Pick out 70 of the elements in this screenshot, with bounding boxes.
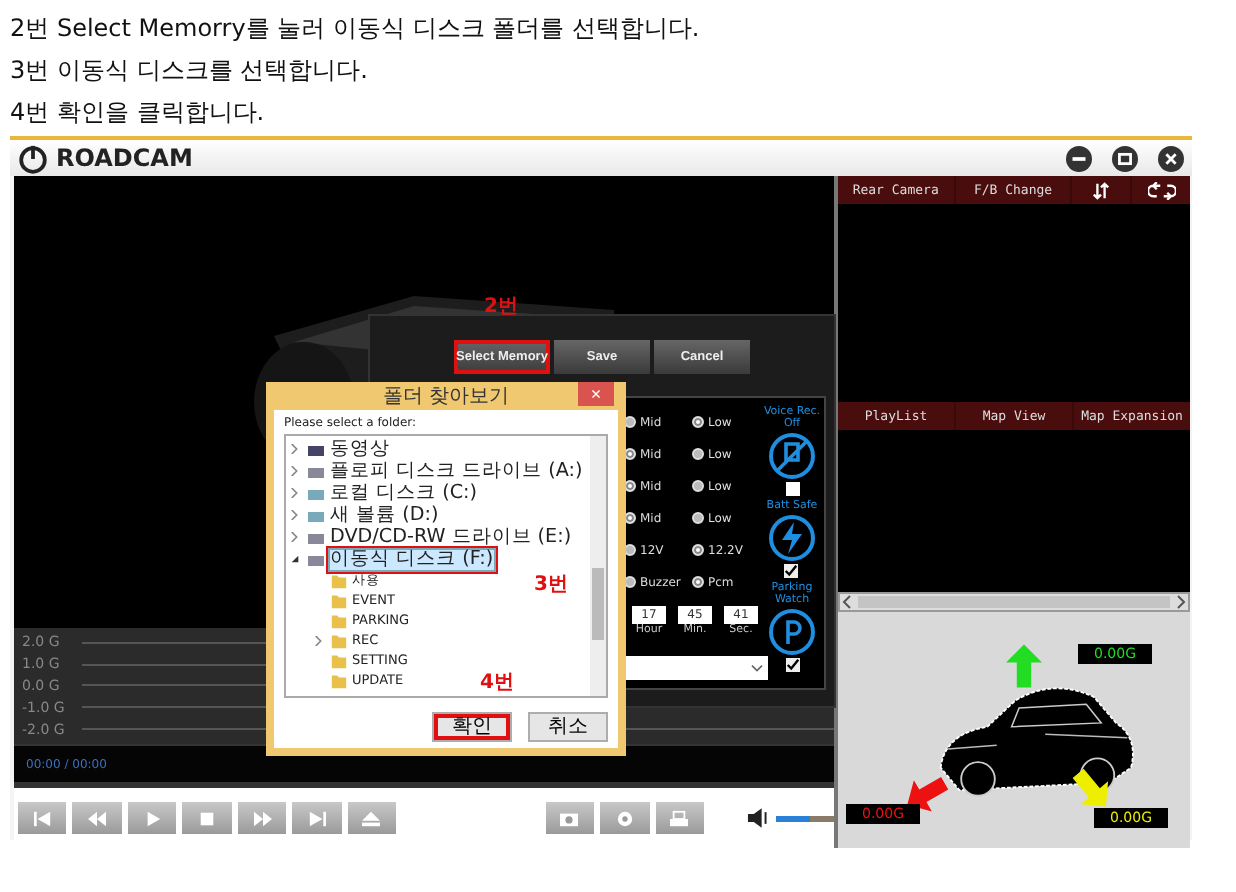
tree-item[interactable]: 이동식 디스크 (F:) [328,547,496,571]
close-button[interactable]: × [578,382,614,406]
instruction-text: 3번 이동식 디스크를 선택합니다. [10,54,370,88]
radio-button[interactable] [692,448,704,460]
step-annotation: 2번 [484,294,518,320]
forward-icon [251,809,274,827]
collapse-icon[interactable] [290,554,300,564]
close-icon[interactable] [1158,145,1184,171]
step-annotation: 3번 [534,572,568,598]
chevron-down-icon [750,663,764,673]
volume-slider[interactable] [775,815,835,821]
up-down-arrows-icon [1092,181,1111,199]
tree-item[interactable]: 플로피 디스크 드라이브 (A:) [328,459,585,483]
scrollbar[interactable] [590,436,606,696]
gear-button[interactable] [600,802,650,834]
expand-icon[interactable] [290,488,300,498]
expand-icon[interactable] [290,466,300,476]
forward-button[interactable] [237,802,287,834]
scroll-right-icon[interactable] [1174,594,1186,610]
gear-icon [613,809,636,827]
minimize-icon[interactable] [1066,145,1092,171]
last-icon [305,809,328,827]
step-annotation: 4번 [480,670,514,696]
camera-icon [558,809,581,827]
checkbox[interactable] [784,564,799,578]
radio-button[interactable] [692,480,704,492]
lightning-icon[interactable] [767,514,816,562]
checkbox[interactable] [785,482,799,496]
scroll-left-icon[interactable] [842,594,854,610]
instruction-text: 4번 확인을 클릭합니다. [10,96,267,130]
radio-button[interactable] [692,416,704,428]
speaker-icon[interactable] [745,808,770,828]
microphone-off-icon[interactable] [768,432,816,480]
expand-icon[interactable] [290,532,300,542]
expand-icon[interactable] [290,444,300,454]
camera-button[interactable] [545,802,595,834]
repeat-button[interactable] [1132,176,1190,204]
app-title: ROADCAM [56,144,193,172]
first-icon [31,809,54,827]
checkbox[interactable] [785,658,799,672]
print-icon [668,809,691,827]
maximize-icon[interactable] [1112,145,1138,171]
power-logo-icon [18,143,48,173]
expand-icon[interactable] [290,510,300,520]
stop-button[interactable] [182,802,232,834]
scrollbar[interactable] [838,592,1190,612]
dialog-button[interactable]: 취소 [528,712,608,742]
eject-button[interactable] [347,802,397,834]
expand-icon[interactable] [314,635,324,645]
rewind-icon [86,809,109,827]
swap-button[interactable] [1072,176,1131,204]
dialog-title: 폴더 찾아보기 [382,384,510,410]
tree-item[interactable]: 새 볼륨 (D:) [328,503,441,527]
tree-item[interactable]: 동영상 [328,437,392,461]
print-button[interactable] [655,802,704,834]
tree-item[interactable]: DVD/CD-RW 드라이브 (E:) [328,525,574,549]
repeat-icon [1147,181,1176,199]
tree-item[interactable]: 로컬 디스크 (C:) [328,481,480,505]
play-button[interactable] [127,802,177,834]
radio-button[interactable] [692,576,704,588]
instruction-text: 2번 Select Memorry를 눌러 이동식 디스크 폴더를 선택합니다. [10,12,702,46]
eject-icon [360,809,383,827]
dialog-button[interactable]: 확인 [432,712,512,742]
last-button[interactable] [292,802,342,834]
parking-icon[interactable] [768,608,816,656]
rewind-button[interactable] [72,802,122,834]
radio-button[interactable] [692,512,704,524]
first-button[interactable] [18,802,67,834]
stop-icon [196,809,219,827]
radio-button[interactable] [692,544,704,556]
